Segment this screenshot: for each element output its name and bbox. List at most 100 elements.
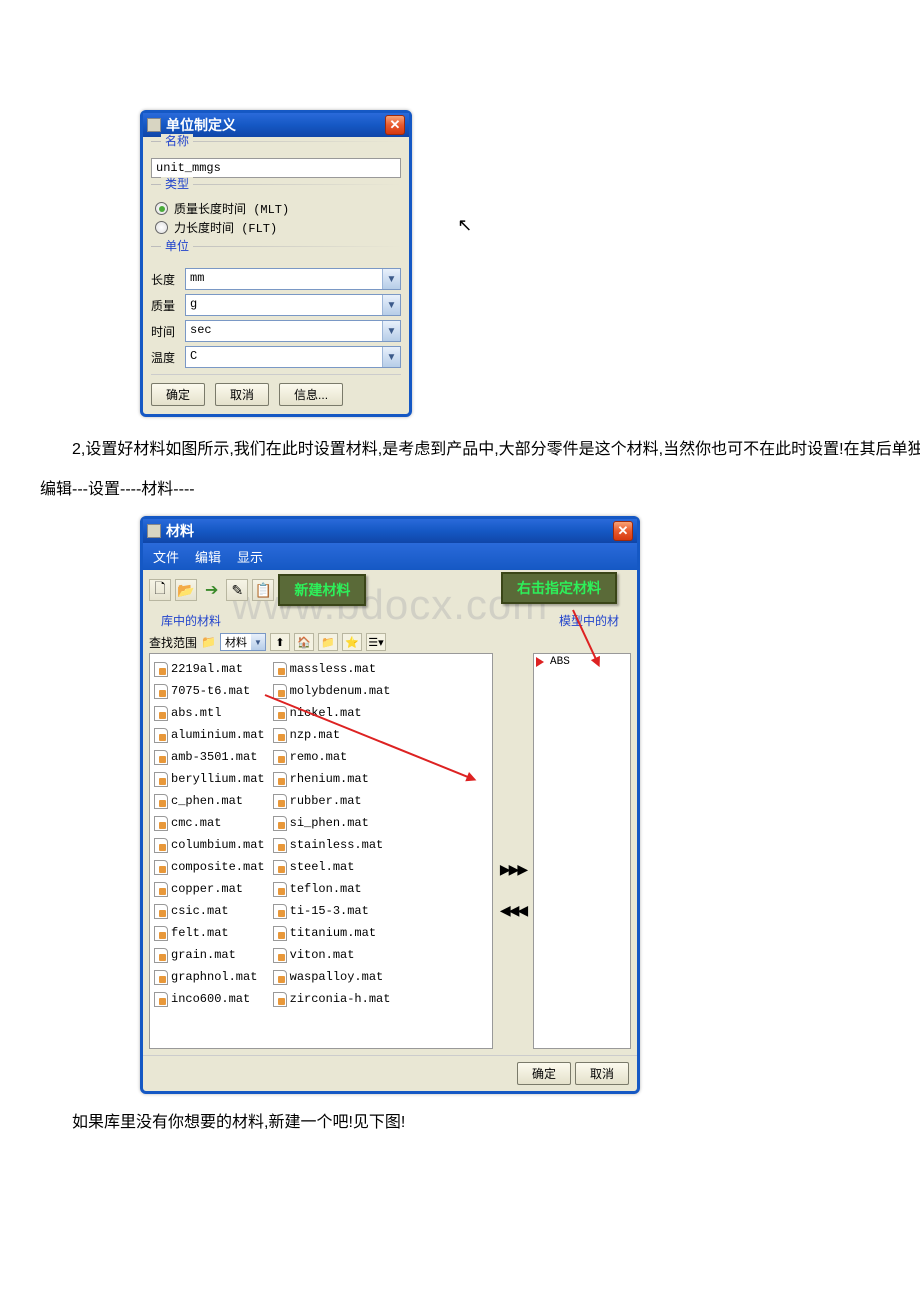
lookup-select[interactable]: 材料 ▼	[220, 633, 266, 651]
file-item[interactable]: aluminium.mat	[154, 724, 265, 746]
file-item[interactable]: waspalloy.mat	[273, 966, 391, 988]
open-file-icon[interactable]: 📂	[175, 579, 197, 601]
file-icon	[273, 750, 287, 765]
file-item[interactable]: titanium.mat	[273, 922, 391, 944]
close-button[interactable]: ✕	[613, 521, 633, 541]
file-icon	[273, 706, 287, 721]
file-item[interactable]: massless.mat	[273, 658, 391, 680]
menu-file[interactable]: 文件	[153, 547, 179, 566]
file-item[interactable]: felt.mat	[154, 922, 265, 944]
mass-label: 质量	[151, 297, 185, 314]
assign-material-label: 右击指定材料	[501, 572, 617, 604]
file-item[interactable]: beryllium.mat	[154, 768, 265, 790]
radio-unselected-icon	[155, 221, 168, 234]
chevron-down-icon: ▼	[382, 295, 400, 315]
model-materials-label: 模型中的材	[549, 610, 629, 631]
file-item[interactable]: ti-15-3.mat	[273, 900, 391, 922]
toolbar: 🗋 📂 ➔ ✎ 📋 新建材料 右击指定材料	[143, 570, 637, 610]
file-icon	[154, 904, 168, 919]
temp-select[interactable]: C ▼	[185, 346, 401, 368]
file-item[interactable]: si_phen.mat	[273, 812, 391, 834]
file-item[interactable]: molybdenum.mat	[273, 680, 391, 702]
temp-label: 温度	[151, 349, 185, 366]
file-icon	[154, 794, 168, 809]
transfer-right-button[interactable]: ▶▶▶	[500, 861, 526, 878]
file-item[interactable]: nzp.mat	[273, 724, 391, 746]
file-icon	[154, 750, 168, 765]
file-item[interactable]: c_phen.mat	[154, 790, 265, 812]
file-icon	[154, 772, 168, 787]
file-item[interactable]: rubber.mat	[273, 790, 391, 812]
transfer-left-button[interactable]: ◀◀◀	[500, 902, 526, 919]
file-icon	[273, 838, 287, 853]
file-icon	[154, 728, 168, 743]
file-item[interactable]: viton.mat	[273, 944, 391, 966]
file-item[interactable]: teflon.mat	[273, 878, 391, 900]
dialog-title: 单位制定义	[166, 115, 385, 135]
file-item[interactable]: graphnol.mat	[154, 966, 265, 988]
menu-view[interactable]: 显示	[237, 547, 263, 566]
info-button[interactable]: 信息...	[279, 383, 343, 406]
file-item[interactable]: 7075-t6.mat	[154, 680, 265, 702]
mass-select[interactable]: g ▼	[185, 294, 401, 316]
unit-group-label: 单位	[161, 239, 193, 253]
material-dialog: www.bdocx.com 材料 ✕ 文件 编辑 显示 🗋 📂 ➔ ✎ 📋 新建…	[140, 516, 640, 1094]
view-menu-icon[interactable]: ☰▾	[366, 633, 386, 651]
file-item[interactable]: inco600.mat	[154, 988, 265, 1010]
new-material-label: 新建材料	[278, 574, 366, 606]
cancel-button[interactable]: 取消	[575, 1062, 629, 1085]
edit-icon[interactable]: ✎	[226, 579, 248, 601]
favorites-icon[interactable]: ⭐	[342, 633, 362, 651]
model-materials-list[interactable]: ABS	[533, 653, 631, 1049]
up-folder-icon[interactable]: ⬆	[270, 633, 290, 651]
file-item[interactable]: rhenium.mat	[273, 768, 391, 790]
type-group-label: 类型	[161, 177, 193, 191]
file-icon	[273, 926, 287, 941]
new-file-icon[interactable]: 🗋	[149, 579, 171, 601]
copy-icon[interactable]: 📋	[252, 579, 274, 601]
cursor-icon: ↖	[457, 215, 472, 236]
file-icon	[273, 948, 287, 963]
file-item[interactable]: composite.mat	[154, 856, 265, 878]
name-input[interactable]	[151, 158, 401, 178]
time-label: 时间	[151, 323, 185, 340]
new-folder-icon[interactable]: 📁	[318, 633, 338, 651]
file-icon	[273, 970, 287, 985]
file-item[interactable]: remo.mat	[273, 746, 391, 768]
file-item[interactable]: abs.mtl	[154, 702, 265, 724]
close-button[interactable]: ✕	[385, 115, 405, 135]
model-material-item[interactable]: ABS	[536, 656, 628, 668]
menu-edit[interactable]: 编辑	[195, 547, 221, 566]
file-icon	[273, 882, 287, 897]
file-icon	[273, 662, 287, 677]
chevron-down-icon: ▼	[382, 269, 400, 289]
file-icon	[154, 992, 168, 1007]
folder-icon: 📁	[201, 635, 216, 649]
chevron-down-icon: ▼	[382, 347, 400, 367]
file-item[interactable]: amb-3501.mat	[154, 746, 265, 768]
home-icon[interactable]: 🏠	[294, 633, 314, 651]
file-item[interactable]: 2219al.mat	[154, 658, 265, 680]
file-item[interactable]: grain.mat	[154, 944, 265, 966]
file-item[interactable]: stainless.mat	[273, 834, 391, 856]
lookup-row: 查找范围 📁 材料 ▼ ⬆ 🏠 📁 ⭐ ☰▾	[149, 631, 493, 653]
file-icon	[154, 662, 168, 677]
ok-button[interactable]: 确定	[151, 383, 205, 406]
titlebar: 材料 ✕	[143, 519, 637, 543]
time-select[interactable]: sec ▼	[185, 320, 401, 342]
ok-button[interactable]: 确定	[517, 1062, 571, 1085]
file-item[interactable]: steel.mat	[273, 856, 391, 878]
file-item[interactable]: cmc.mat	[154, 812, 265, 834]
file-item[interactable]: copper.mat	[154, 878, 265, 900]
file-item[interactable]: csic.mat	[154, 900, 265, 922]
cancel-button[interactable]: 取消	[215, 383, 269, 406]
length-select[interactable]: mm ▼	[185, 268, 401, 290]
file-icon	[154, 970, 168, 985]
dialog-title: 材料	[166, 521, 613, 541]
file-item[interactable]: zirconia-h.mat	[273, 988, 391, 1010]
file-icon	[154, 838, 168, 853]
dialog-icon	[147, 524, 161, 538]
radio-flt[interactable]: 力长度时间 (FLT) ↖	[151, 215, 401, 240]
file-icon	[273, 794, 287, 809]
file-item[interactable]: columbium.mat	[154, 834, 265, 856]
